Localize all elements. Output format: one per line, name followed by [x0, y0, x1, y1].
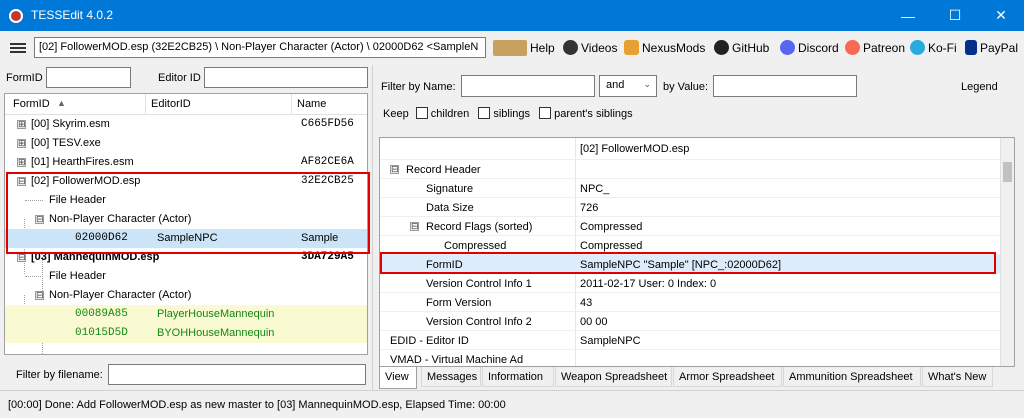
book-icon [493, 40, 527, 56]
minimize-button[interactable]: — [885, 0, 931, 31]
kofi-link[interactable]: Ko-Fi [910, 40, 957, 55]
videos-link[interactable]: Videos [563, 40, 617, 55]
grid-row[interactable]: EDID - Editor ID SampleNPC [380, 331, 1002, 350]
scrollbar-thumb[interactable] [1003, 162, 1012, 182]
legend-button[interactable]: Legend [961, 81, 998, 93]
expand-icon[interactable]: ⊞ [17, 158, 26, 167]
tree-row[interactable]: File Header [5, 267, 367, 286]
tab-whats-new[interactable]: What's New [922, 367, 993, 387]
keep-children-checkbox[interactable]: children [415, 107, 469, 120]
keep-siblings-checkbox[interactable]: siblings [478, 107, 530, 120]
editorid-filter-label: Editor ID [158, 72, 201, 84]
by-value-label: by Value: [663, 81, 709, 93]
patreon-link[interactable]: Patreon [845, 40, 905, 55]
grid-row[interactable]: ⊟ Record Header [380, 160, 1002, 179]
tab-information[interactable]: Information [482, 367, 554, 387]
grid-row[interactable]: Version Control Info 1 2011-02-17 User: … [380, 274, 1002, 293]
kofi-icon [910, 40, 925, 55]
nexusmods-icon [624, 40, 639, 55]
keep-parents-siblings-checkbox[interactable]: parent's siblings [539, 107, 633, 120]
tree-row[interactable]: 01015D5D BYOHHouseMannequin [5, 324, 367, 343]
paypal-link[interactable]: PayPal [965, 40, 1018, 55]
paypal-icon [965, 40, 977, 55]
column-divider[interactable] [145, 94, 146, 115]
sort-ascending-icon: ▲ [57, 98, 66, 108]
tab-ammunition-spreadsheet[interactable]: Ammunition Spreadsheet [783, 367, 921, 387]
menu-icon[interactable] [10, 43, 26, 53]
formid-filter-label: FormID [6, 72, 43, 84]
tree-row[interactable]: 00089A85 PlayerHouseMannequin [5, 305, 367, 324]
discord-icon [780, 40, 795, 55]
patreon-icon [845, 40, 860, 55]
chevron-down-icon: ⌄ [643, 79, 651, 89]
window-title: TESSEdit 4.0.2 [31, 8, 114, 22]
filename-filter-input[interactable] [108, 364, 366, 385]
maximize-button[interactable]: ☐ [932, 0, 978, 31]
vertical-scrollbar[interactable] [1000, 138, 1014, 366]
help-link[interactable]: Help [493, 40, 555, 56]
tree-header: FormID ▲ EditorID Name [5, 94, 367, 115]
tree-row[interactable]: ⊞ [00] TESV.exe [5, 134, 367, 153]
filename-filter-label: Filter by filename: [16, 369, 103, 381]
toolbar: [02] FollowerMOD.esp (32E2CB25) \ Non-Pl… [0, 31, 1024, 65]
grid-row[interactable]: Data Size 726 [380, 198, 1002, 217]
tab-weapon-spreadsheet[interactable]: Weapon Spreadsheet [555, 367, 672, 387]
expand-icon[interactable]: ⊞ [17, 120, 26, 129]
status-bar: [00:00] Done: Add FollowerMOD.esp as new… [0, 390, 1024, 418]
collapse-icon[interactable]: ⊟ [35, 291, 44, 300]
grid-row[interactable]: VMAD - Virtual Machine Ad [380, 350, 1002, 366]
tab-messages[interactable]: Messages [421, 367, 481, 387]
title-bar: TESSEdit 4.0.2 — ☐ ✕ [0, 0, 1024, 31]
tab-view[interactable]: View [379, 367, 417, 389]
close-button[interactable]: ✕ [978, 0, 1024, 31]
collapse-icon[interactable]: ⊟ [410, 222, 419, 231]
app-icon [9, 9, 23, 23]
grid-row[interactable]: ⊟ Record Flags (sorted) Compressed [380, 217, 1002, 236]
tab-armor-spreadsheet[interactable]: Armor Spreadsheet [673, 367, 782, 387]
record-path-field[interactable]: [02] FollowerMOD.esp (32E2CB25) \ Non-Pl… [34, 37, 486, 58]
tree-row[interactable]: ⊟ Non-Player Character (Actor) [5, 286, 367, 305]
column-editorid[interactable]: EditorID [151, 98, 191, 110]
status-text: [00:00] Done: Add FollowerMOD.esp as new… [8, 399, 506, 411]
grid-row[interactable]: Form Version 43 [380, 293, 1002, 312]
video-icon [563, 40, 578, 55]
formid-filter-input[interactable] [46, 67, 131, 88]
collapse-icon[interactable]: ⊟ [17, 253, 26, 262]
tab-bar: View Messages Information Weapon Spreads… [379, 367, 1015, 389]
filter-name-label: Filter by Name: [381, 81, 456, 93]
column-name[interactable]: Name [297, 98, 326, 110]
filter-name-input[interactable] [461, 75, 595, 97]
collapse-icon[interactable]: ⊟ [390, 165, 399, 174]
discord-link[interactable]: Discord [780, 40, 839, 55]
expand-icon[interactable]: ⊞ [17, 139, 26, 148]
filter-value-input[interactable] [713, 75, 857, 97]
tree-row[interactable]: ⊞ [00] Skyrim.esm C665FD56 [5, 115, 367, 134]
tree-row[interactable]: ⊞ [01] HearthFires.esm AF82CE6A [5, 153, 367, 172]
github-icon [714, 40, 729, 55]
column-formid[interactable]: FormID [13, 98, 50, 110]
editorid-filter-input[interactable] [204, 67, 368, 88]
github-link[interactable]: GitHub [714, 40, 769, 55]
keep-options: Keep children siblings parent's siblings [383, 107, 633, 120]
right-pane: Filter by Name: and ⌄ by Value: Legend K… [372, 65, 1024, 390]
grid-header-row: [02] FollowerMOD.esp [380, 138, 1002, 160]
highlight-box [380, 252, 996, 274]
nexusmods-link[interactable]: NexusMods [624, 40, 705, 55]
grid-row[interactable]: Version Control Info 2 00 00 [380, 312, 1002, 331]
column-divider[interactable] [291, 94, 292, 115]
highlight-box [6, 172, 370, 254]
logic-select[interactable]: and ⌄ [599, 75, 657, 97]
grid-row[interactable]: Signature NPC_ [380, 179, 1002, 198]
